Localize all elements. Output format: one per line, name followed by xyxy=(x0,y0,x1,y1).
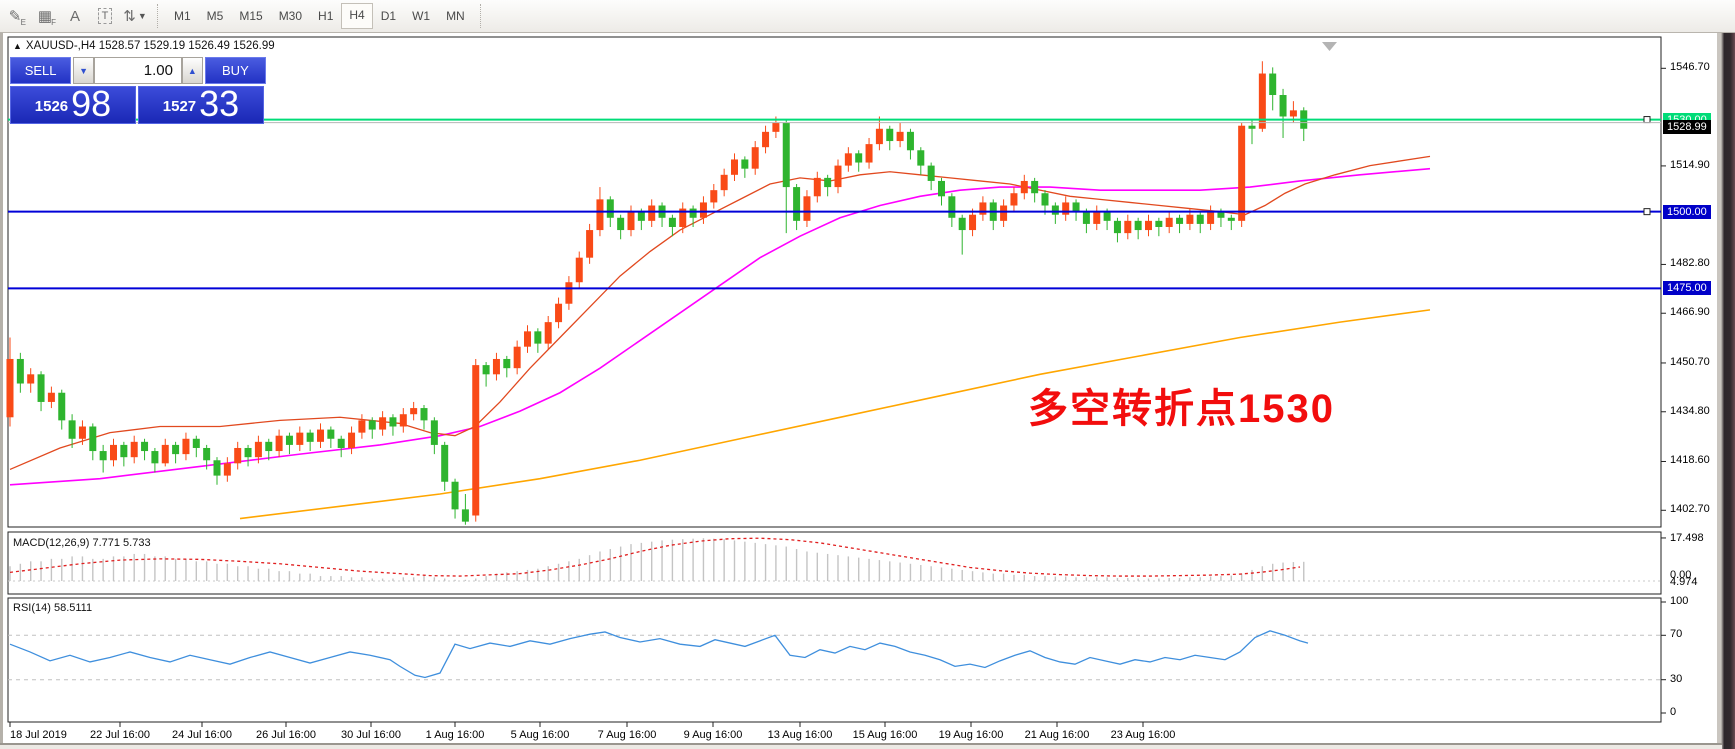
ma-mid-magenta xyxy=(10,169,1430,485)
volume-input[interactable] xyxy=(94,57,182,84)
tf-button-m1[interactable]: M1 xyxy=(166,4,199,28)
text-box-icon[interactable]: T xyxy=(91,3,119,29)
ask-quote[interactable]: 1527 33 xyxy=(138,86,264,124)
rsi-line xyxy=(10,631,1308,678)
tf-button-h1[interactable]: H1 xyxy=(310,4,341,28)
ask-price-small: 1527 xyxy=(163,92,196,122)
ask-price-big: 33 xyxy=(199,86,239,122)
quote-row: 1526 98 1527 33 xyxy=(10,86,266,124)
tf-button-m15[interactable]: M15 xyxy=(231,4,270,28)
grid-icon[interactable]: ▦F xyxy=(31,3,59,29)
buy-button[interactable]: BUY xyxy=(205,57,266,84)
tf-button-d1[interactable]: D1 xyxy=(373,4,404,28)
mt4-window: ✎E ▦F A T ⇅▼ M1 M5 M15 M30 H1 H4 D1 W1 M… xyxy=(0,0,1735,749)
icon-sub-label: E xyxy=(21,18,26,27)
window-right-border xyxy=(1717,33,1735,749)
rsi-label: RSI(14) 58.5111 xyxy=(13,602,92,614)
panel-borders xyxy=(8,37,1661,722)
toolbar-separator xyxy=(480,4,482,28)
horizontal-lines xyxy=(8,117,1661,289)
volume-decrease-button[interactable]: ▼ xyxy=(73,57,94,84)
macd-label: MACD(12,26,9) 7.771 5.733 xyxy=(13,537,151,549)
chart-shift-triangle-icon xyxy=(1322,42,1337,51)
macd-panel xyxy=(8,538,1661,581)
draw-study-icon[interactable]: ✎E xyxy=(1,3,29,29)
collapse-triangle-icon[interactable]: ▲ xyxy=(13,41,22,51)
bid-price-small: 1526 xyxy=(35,92,68,122)
trade-buttons-row: SELL ▼ ▲ BUY xyxy=(10,57,266,84)
volume-increase-button[interactable]: ▲ xyxy=(182,57,203,84)
one-click-trading-panel: SELL ▼ ▲ BUY 1526 98 1527 33 xyxy=(10,57,266,124)
toolbar: ✎E ▦F A T ⇅▼ M1 M5 M15 M30 H1 H4 D1 W1 M… xyxy=(0,0,1735,33)
macd-signal-line xyxy=(10,538,1300,576)
tf-button-m5[interactable]: M5 xyxy=(199,4,232,28)
toolbar-separator xyxy=(157,4,159,28)
window-bottom-border xyxy=(0,743,1722,749)
line-drag-handle xyxy=(1644,117,1650,123)
candles-series xyxy=(7,61,1308,524)
chart-annotation-text: 多空转折点1530 xyxy=(1028,376,1335,434)
rsi-panel xyxy=(8,631,1661,680)
tf-button-h4-active[interactable]: H4 xyxy=(341,3,372,29)
tf-button-m30[interactable]: M30 xyxy=(271,4,310,28)
bid-price-big: 98 xyxy=(71,86,111,122)
symbol-header: ▲ XAUUSD-,H4 1528.57 1529.19 1526.49 1526… xyxy=(13,40,275,52)
symbol-ohlc-text: XAUUSD-,H4 1528.57 1529.19 1526.49 1526.… xyxy=(26,40,275,52)
bid-quote[interactable]: 1526 98 xyxy=(10,86,136,124)
chevron-down-icon: ▼ xyxy=(138,11,147,21)
text-label-icon[interactable]: A xyxy=(61,3,89,29)
line-drag-handle xyxy=(1644,209,1650,215)
icon-sub-label: F xyxy=(51,18,56,27)
sell-button[interactable]: SELL xyxy=(10,57,71,84)
arrange-icon[interactable]: ⇅▼ xyxy=(121,3,149,29)
tf-button-w1[interactable]: W1 xyxy=(404,4,438,28)
tf-button-mn[interactable]: MN xyxy=(438,4,473,28)
